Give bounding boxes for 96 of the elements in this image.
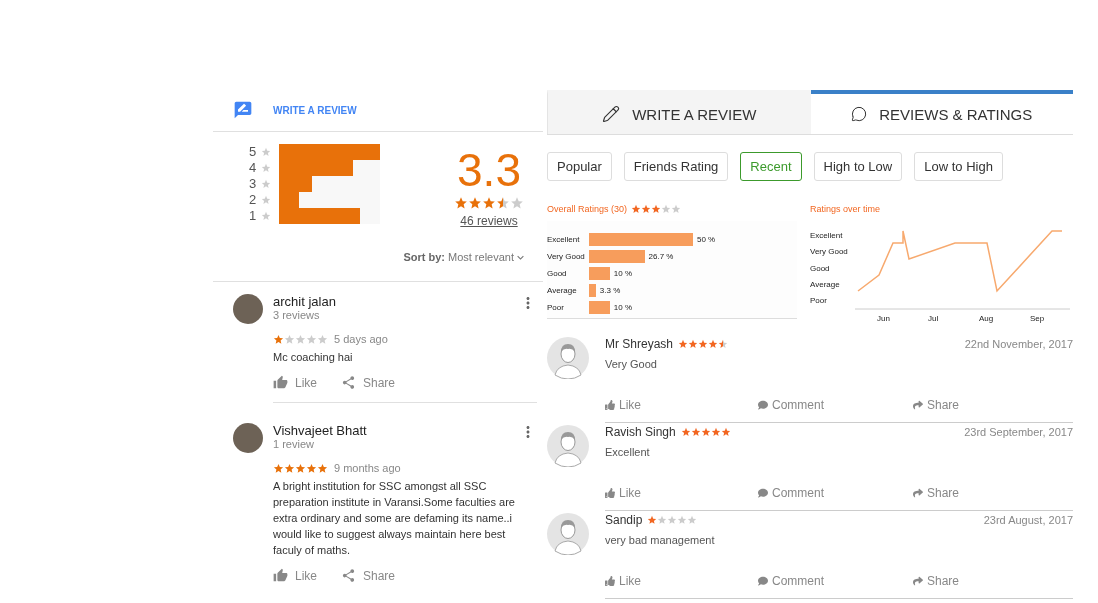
review-text: Very Good <box>605 358 658 371</box>
reviewer-name: Vishvajeet Bhatt <box>273 423 367 438</box>
share-arrow-icon <box>913 488 923 499</box>
axis-label: Aug <box>979 314 995 324</box>
reviewer-name: Mr Shreyash <box>605 337 674 352</box>
sort-dropdown[interactable]: Most relevant <box>447 250 527 264</box>
user-silhouette-icon <box>547 337 589 380</box>
avatar-photo-placeholder <box>233 423 263 453</box>
like-button[interactable]: Like <box>605 574 758 589</box>
user-silhouette-icon <box>547 513 589 556</box>
share-icon <box>341 375 356 390</box>
review-date: 22nd November, 2017 <box>964 338 1073 351</box>
category-label: Poor <box>547 303 565 312</box>
tab[interactable]: WRITE A REVIEW <box>547 90 811 134</box>
star-icon <box>261 178 271 189</box>
review-text: very bad management <box>605 534 716 547</box>
axis-label: Sep <box>1030 314 1046 324</box>
comment-icon <box>758 576 768 587</box>
filter-button[interactable]: Recent <box>740 152 802 181</box>
comment-button[interactable]: Comment <box>758 574 913 589</box>
average-score: 3.3 <box>457 143 521 196</box>
reviewer-name: Ravish Singh <box>605 425 676 440</box>
share-arrow-icon <box>913 400 923 411</box>
comment-icon <box>758 488 768 499</box>
star-level-label: 1 <box>249 208 258 224</box>
rating-bar <box>589 301 610 314</box>
review-count-link[interactable]: 46 reviews <box>460 213 518 228</box>
write-review-link[interactable]: WRITE A REVIEW <box>273 104 357 116</box>
rating-bar <box>589 284 596 297</box>
chart-title: Overall Ratings (30) <box>547 204 628 214</box>
star-icon <box>261 146 271 157</box>
filter-button[interactable]: High to Low <box>813 152 903 181</box>
share-icon <box>341 568 356 583</box>
star-icon <box>261 210 271 221</box>
comment-button[interactable]: Comment <box>758 398 913 413</box>
review-text: Mc coaching hai <box>273 350 354 365</box>
value-label: 3.3 % <box>599 286 621 295</box>
star-icon <box>261 194 271 205</box>
reviewer-name: Sandip <box>605 513 643 528</box>
category-label: Good <box>547 269 568 278</box>
share-button[interactable]: Share <box>341 568 396 583</box>
thumbs-up-icon <box>605 576 615 587</box>
pencil-icon <box>602 105 621 123</box>
category-label: Very Good <box>547 252 586 261</box>
axis-label: Poor <box>810 296 828 308</box>
star-level-label: 4 <box>249 160 258 176</box>
filter-button[interactable]: Popular <box>547 152 612 181</box>
share-button[interactable]: Share <box>341 375 396 390</box>
like-button[interactable]: Like <box>273 375 317 390</box>
like-button[interactable]: Like <box>273 568 317 583</box>
axis-label: Jun <box>877 314 891 324</box>
axis-label: Jul <box>928 314 940 324</box>
sort-label: Sort by: <box>403 251 445 264</box>
like-button[interactable]: Like <box>605 486 758 501</box>
rating-bar <box>589 250 645 263</box>
review-time: 5 days ago <box>334 333 388 345</box>
category-label: Excellent <box>547 235 581 244</box>
rating-bar <box>589 267 610 280</box>
thumbs-up-icon <box>273 568 288 583</box>
value-label: 10 % <box>613 303 633 312</box>
star-icon <box>261 162 271 173</box>
star-level-label: 5 <box>249 144 258 160</box>
category-label: Average <box>547 286 578 295</box>
axis-label: Excellent <box>810 231 844 242</box>
filter-button[interactable]: Low to High <box>914 152 1003 181</box>
value-label: 26.7 % <box>648 252 674 261</box>
comment-button[interactable]: Comment <box>758 486 913 501</box>
thumbs-up-icon <box>605 488 615 499</box>
share-button[interactable]: Share <box>913 398 1073 413</box>
avatar-photo-placeholder <box>233 294 263 324</box>
review-text: A bright institution for SSC amongst all SSC preparation institute in Varansi.Some faculties are extra ordinary and some are defaming its name..i would like to suggest always maintain here best faculy of maths. <box>273 479 516 558</box>
filter-button[interactable]: Friends Rating <box>623 152 729 181</box>
value-label: 10 % <box>613 269 633 278</box>
like-button[interactable]: Like <box>605 398 758 413</box>
star-level-label: 2 <box>249 192 258 208</box>
share-button[interactable]: Share <box>913 574 1073 589</box>
reviewer-name: archit jalan <box>273 294 336 309</box>
value-label: 50 % <box>697 235 716 244</box>
speech-bubble-icon <box>851 106 868 122</box>
share-arrow-icon <box>913 576 923 587</box>
review-time: 9 months ago <box>334 462 401 474</box>
axis-label: Very Good <box>810 247 849 259</box>
star-level-label: 3 <box>249 176 258 192</box>
review-date: 23rd August, 2017 <box>983 514 1073 527</box>
thumbs-up-icon <box>273 375 288 390</box>
share-button[interactable]: Share <box>913 486 1073 501</box>
reviewer-review-count: 3 reviews <box>273 309 321 321</box>
reviewer-review-count: 1 review <box>273 438 315 450</box>
axis-label: Good <box>810 263 831 275</box>
chart-title: Ratings over time <box>810 204 881 214</box>
thumbs-up-icon <box>605 400 615 411</box>
axis-label: Average <box>810 279 841 291</box>
comment-icon <box>758 400 768 411</box>
review-text: Excellent <box>605 446 651 459</box>
user-silhouette-icon <box>547 425 589 468</box>
review-date: 23rd September, 2017 <box>964 426 1073 439</box>
